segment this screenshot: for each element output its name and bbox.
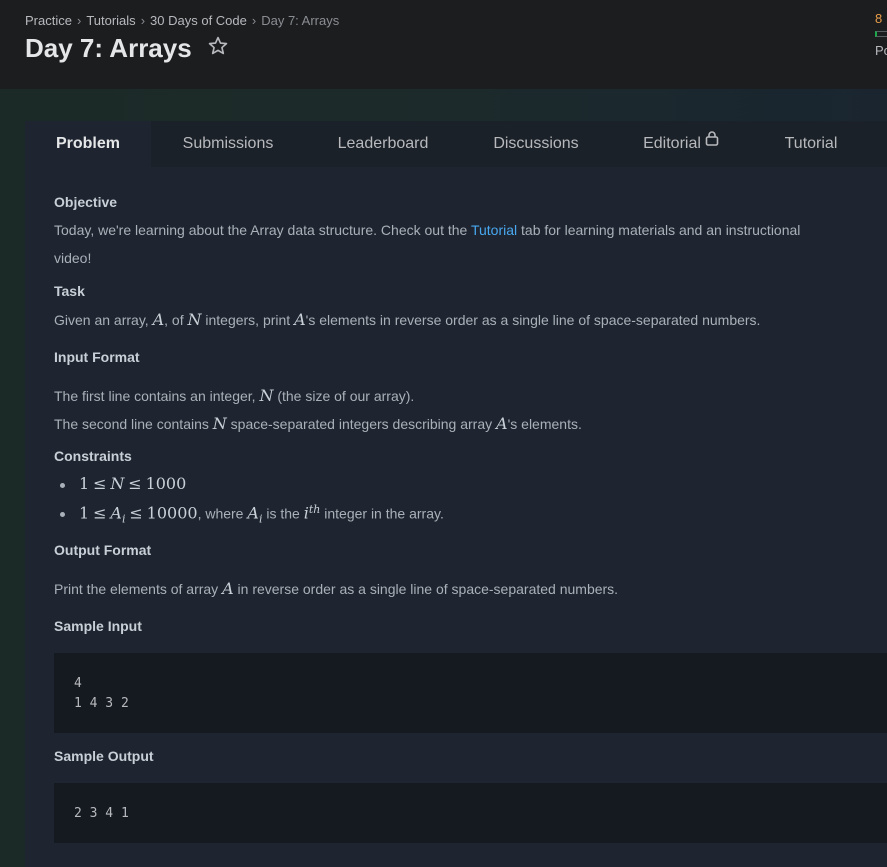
text-part: space-separated integers describing arra… xyxy=(226,416,497,432)
math-op: ≤ xyxy=(93,474,107,493)
math-num: 1000 xyxy=(145,474,187,493)
chevron-right-icon: › xyxy=(251,13,257,29)
text-part: The first line contains an integer, xyxy=(54,388,260,404)
math-num: 1 xyxy=(79,474,90,493)
bullet-icon xyxy=(60,482,65,488)
page-title-text: Day 7: Arrays xyxy=(25,33,192,63)
text-part: integer in the array. xyxy=(320,505,444,522)
tab-editorial[interactable]: Editorial xyxy=(629,121,733,167)
task-text-part: , of xyxy=(164,312,188,328)
rank-progress-bar xyxy=(875,31,887,37)
math-var: A xyxy=(496,414,508,433)
tutorial-link[interactable]: Tutorial xyxy=(471,222,517,238)
breadcrumb-tutorials[interactable]: Tutorials xyxy=(86,13,135,28)
breadcrumb-practice[interactable]: Practice xyxy=(25,13,72,28)
task-text-part: Given an array, xyxy=(54,312,153,328)
output-format-text: Print the elements of array A in reverse… xyxy=(54,579,618,598)
star-icon[interactable] xyxy=(207,33,229,64)
constraint-item: 1 ≤ Ai ≤ 10000, where Ai is the ith inte… xyxy=(56,503,444,525)
tab-problem[interactable]: Problem xyxy=(25,121,151,167)
sample-input-heading: Sample Input xyxy=(54,618,142,634)
code-line: 4 xyxy=(74,676,82,691)
tab-submissions[interactable]: Submissions xyxy=(171,121,285,167)
text-part: Print the elements of array xyxy=(54,581,223,597)
sample-output-code[interactable]: 2 3 4 1 xyxy=(54,783,887,843)
tab-tutorial[interactable]: Tutorial xyxy=(773,121,849,167)
header-bar: Practice › Tutorials › 30 Days of Code › Day 7… xyxy=(0,0,887,89)
problem-tabs: Problem Submissions Leaderboard Discussi… xyxy=(25,121,887,167)
text-part: , where xyxy=(197,505,248,522)
bullet-icon xyxy=(60,512,65,518)
page-title: Day 7: Arrays xyxy=(25,33,229,64)
tab-label: Editorial xyxy=(643,135,701,152)
problem-statement: Objective Today, we're learning about th… xyxy=(25,167,887,867)
input-format-line2: The second line contains N space-separat… xyxy=(54,414,582,433)
objective-text: Today, we're learning about the Array da… xyxy=(54,222,800,238)
text-part: in reverse order as a single line of spa… xyxy=(233,581,619,597)
math-var: A xyxy=(247,503,259,523)
user-stats: 8 Po xyxy=(875,11,887,58)
math-superscript: th xyxy=(308,503,321,516)
tab-leaderboard[interactable]: Leaderboard xyxy=(325,121,441,167)
tab-label: Discussions xyxy=(493,135,579,152)
input-format-line1: The first line contains an integer, N (t… xyxy=(54,386,414,405)
constraints-heading: Constraints xyxy=(54,448,132,464)
input-format-heading: Input Format xyxy=(54,349,140,365)
text-part: The second line contains xyxy=(54,416,213,432)
objective-heading: Objective xyxy=(54,194,118,210)
constraint-item: 1 ≤ N ≤ 1000 xyxy=(56,474,186,493)
points-label: Po xyxy=(875,43,887,58)
task-text-part: integers, print xyxy=(201,312,295,328)
math-var: N xyxy=(187,310,202,329)
math-op: ≤ xyxy=(93,503,107,523)
math-var: A xyxy=(110,503,122,523)
code-line: 1 4 3 2 xyxy=(74,696,129,711)
task-text: Given an array, A, of N integers, print … xyxy=(54,310,760,329)
breadcrumb-30-days-of-code[interactable]: 30 Days of Code xyxy=(150,13,247,28)
tab-discussions[interactable]: Discussions xyxy=(483,121,589,167)
math-var: A xyxy=(222,579,234,598)
math-op: ≤ xyxy=(129,503,143,523)
rank-value: 8 xyxy=(875,11,883,26)
tab-label: Submissions xyxy=(182,135,274,152)
math-var: N xyxy=(259,386,274,405)
text-part: is the xyxy=(262,505,304,522)
math-op: ≤ xyxy=(128,474,142,493)
lock-icon xyxy=(705,119,719,165)
tab-label: Problem xyxy=(55,135,120,152)
math-subscript: i xyxy=(121,512,126,526)
code-line: 2 3 4 1 xyxy=(74,806,129,821)
math-var: N xyxy=(110,474,125,493)
task-heading: Task xyxy=(54,283,85,299)
output-format-heading: Output Format xyxy=(54,542,152,558)
tab-label: Tutorial xyxy=(784,135,838,152)
text-part: (the size of our array). xyxy=(273,388,415,404)
objective-text-part: Today, we're learning about the Array da… xyxy=(54,222,471,238)
text-part: 's elements. xyxy=(507,416,582,432)
tab-label: Leaderboard xyxy=(337,135,429,152)
math-var: N xyxy=(212,414,227,433)
chevron-right-icon: › xyxy=(76,13,82,29)
breadcrumb-current: Day 7: Arrays xyxy=(261,13,340,29)
sample-input-code[interactable]: 4 1 4 3 2 xyxy=(54,653,887,733)
task-text-part: 's elements in reverse order as a single… xyxy=(305,312,761,328)
math-var: A xyxy=(294,310,306,329)
math-var: A xyxy=(152,310,165,329)
objective-text-line2: video! xyxy=(54,250,92,266)
chevron-right-icon: › xyxy=(140,13,146,29)
objective-text-part: tab for learning materials and an instru… xyxy=(517,222,801,238)
math-num: 10000 xyxy=(146,503,198,523)
sample-output-heading: Sample Output xyxy=(54,748,154,764)
breadcrumb: Practice › Tutorials › 30 Days of Code › Day 7… xyxy=(25,12,339,28)
math-num: 1 xyxy=(79,503,90,523)
